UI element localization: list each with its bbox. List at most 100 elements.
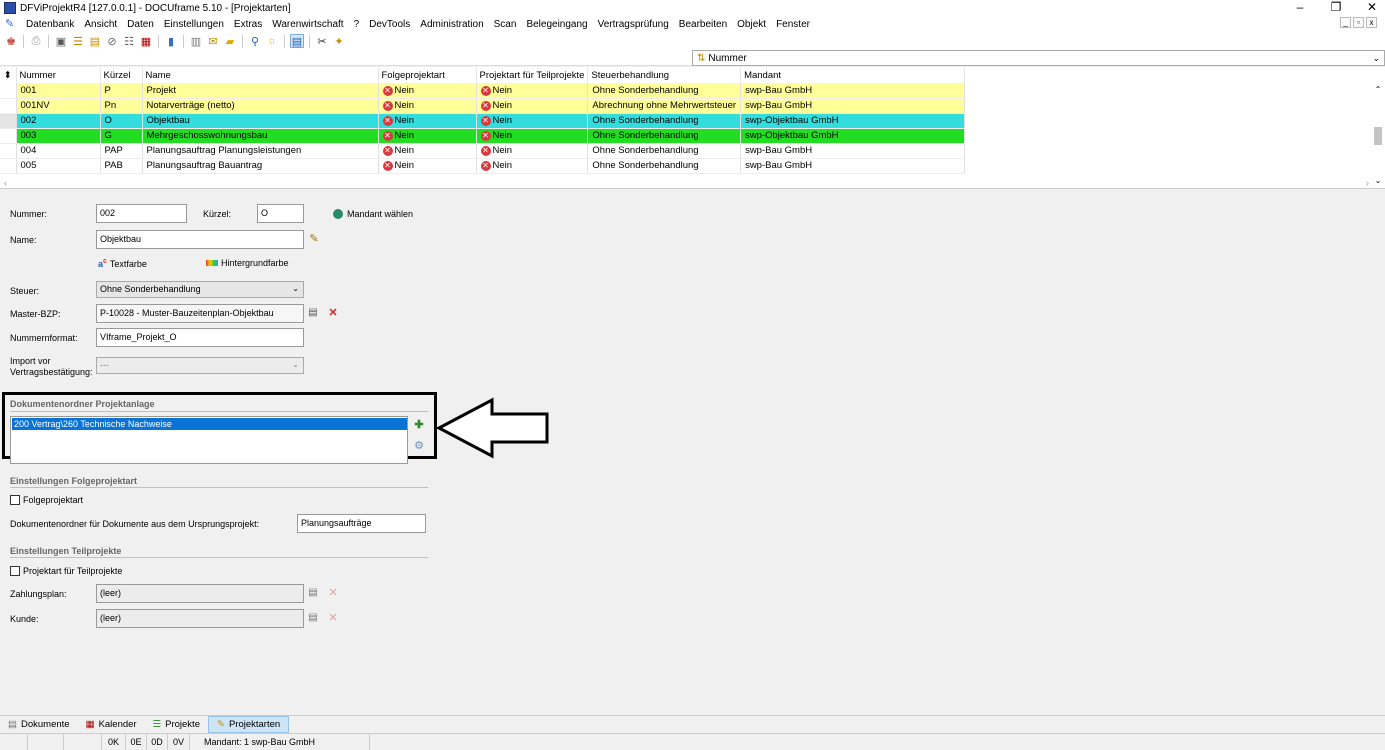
menu-scan[interactable]: Scan — [489, 19, 522, 30]
gear-icon[interactable]: ⚙ — [412, 439, 426, 453]
tab-projekte[interactable]: ☰ Projekte — [145, 716, 208, 733]
menu-ansicht[interactable]: Ansicht — [79, 19, 122, 30]
row-selector[interactable] — [0, 143, 17, 159]
cell-steuerbehandlung[interactable]: Ohne Sonderbehandlung — [587, 158, 742, 174]
cell-folgeprojektart[interactable]: ✕ Nein — [378, 158, 477, 174]
cell-kuerzel[interactable]: PAP — [100, 143, 143, 159]
print-icon[interactable]: ⎙ — [29, 34, 43, 48]
cell-folgeprojektart[interactable]: ✕ Nein — [378, 143, 477, 159]
mdi-minimize-button[interactable]: _ — [1340, 17, 1351, 28]
sort-select[interactable]: ⇅ Nummer ⌄ — [692, 50, 1385, 66]
cell-mandant[interactable]: swp-Bau GmbH — [740, 158, 966, 174]
table-row[interactable]: 004 PAP Planungsauftrag Planungsleistungen… — [0, 143, 966, 159]
cell-nummer[interactable]: 005 — [16, 158, 101, 174]
users-icon[interactable]: ♚ — [4, 34, 18, 48]
cell-name[interactable]: Planungsauftrag Bauantrag — [142, 158, 379, 174]
menu-extras[interactable]: Extras — [229, 19, 267, 30]
table-row[interactable]: 001 P Projekt ✕ Nein ✕ Nein Ohne Sonderbehandlu… — [0, 83, 966, 99]
row-selector[interactable] — [0, 113, 17, 129]
cell-nummer[interactable]: 001 — [16, 83, 101, 99]
row-selector[interactable] — [0, 98, 17, 114]
table-row[interactable]: 005 PAB Planungsauftrag Bauantrag ✕ Nein ✕ Nei… — [0, 158, 966, 174]
master-bzp-field[interactable]: P-10028 - Muster-Bauzeitenplan-Objektbau — [96, 304, 304, 323]
cell-name[interactable]: Projekt — [142, 83, 379, 99]
grid-vertical-scrollbar[interactable]: ⌃ ⌄ — [1373, 85, 1383, 185]
tools-icon[interactable]: ✂ — [315, 34, 329, 48]
hintergrundfarbe-button[interactable]: Hintergrundfarbe — [206, 258, 289, 268]
clear-icon[interactable]: ✕ — [326, 586, 340, 600]
document-icon[interactable]: ▤ — [88, 34, 102, 48]
tab-projektarten[interactable]: ✎ Projektarten — [207, 715, 290, 733]
app-menu-icon[interactable]: ✎ — [5, 18, 17, 30]
cell-kuerzel[interactable]: G — [100, 128, 143, 144]
cell-folgeprojektart[interactable]: ✕ Nein — [378, 128, 477, 144]
calendar-picker-icon[interactable]: ▤ — [306, 611, 320, 625]
table-row[interactable]: 001NV Pn Notarverträge (netto) ✕ Nein ✕ Nein Ab… — [0, 98, 966, 114]
table-row[interactable]: 003 G Mehrgeschosswohnungsbau ✕ Nein ✕ Nein Ohn… — [0, 128, 966, 144]
cell-teilprojekte[interactable]: ✕ Nein — [476, 83, 589, 99]
cell-name[interactable]: Objektbau — [142, 113, 379, 129]
calendar-icon[interactable]: ▦ — [139, 34, 153, 48]
cell-kuerzel[interactable]: P — [100, 83, 143, 99]
cell-nummer[interactable]: 004 — [16, 143, 101, 159]
row-selector[interactable] — [0, 83, 17, 99]
col-nummer[interactable]: Nummer — [16, 67, 101, 83]
mdi-restore-button[interactable]: ▫ — [1353, 17, 1364, 28]
cell-teilprojekte[interactable]: ✕ Nein — [476, 113, 589, 129]
cell-steuerbehandlung[interactable]: Ohne Sonderbehandlung — [587, 83, 742, 99]
cell-teilprojekte[interactable]: ✕ Nein — [476, 158, 589, 174]
col-steuerbehandlung[interactable]: Steuerbehandlung — [587, 67, 742, 83]
mandant-waehlen-button[interactable]: Mandant wählen — [333, 209, 413, 219]
nummer-field[interactable]: 002 — [96, 204, 187, 223]
checkbox-box[interactable] — [10, 566, 20, 576]
grid-horizontal-scrollbar[interactable]: ‹ › — [0, 178, 1385, 188]
cell-name[interactable]: Mehrgeschosswohnungsbau — [142, 128, 379, 144]
folder-icon[interactable]: ▰ — [223, 34, 237, 48]
checkbox-box[interactable] — [10, 495, 20, 505]
name-field[interactable]: Objektbau — [96, 230, 304, 249]
add-folder-icon[interactable]: ✚ — [412, 418, 426, 432]
cell-mandant[interactable]: swp-Bau GmbH — [740, 98, 966, 114]
menu-warenwirtschaft[interactable]: Warenwirtschaft — [267, 19, 348, 30]
pencil-icon[interactable]: ✎ — [307, 232, 321, 246]
cell-mandant[interactable]: swp-Bau GmbH — [740, 83, 966, 99]
minimize-button[interactable]: – — [1293, 0, 1307, 14]
steuer-select[interactable]: Ohne Sonderbehandlung ⌄ — [96, 281, 304, 298]
menu-devtools[interactable]: DevTools — [364, 19, 415, 30]
menu-help[interactable]: ? — [349, 19, 365, 30]
bookmark-icon[interactable]: ▮ — [164, 34, 178, 48]
row-selector[interactable] — [0, 128, 17, 144]
table-row[interactable]: 002 O Objektbau ✕ Nein ✕ Nein Ohne Sonderbehand… — [0, 113, 966, 129]
magic-icon[interactable]: ✦ — [332, 34, 346, 48]
menu-administration[interactable]: Administration — [415, 19, 488, 30]
col-folgeprojektart[interactable]: Folgeprojektart — [378, 67, 477, 83]
cell-teilprojekte[interactable]: ✕ Nein — [476, 128, 589, 144]
kuerzel-field[interactable]: O — [257, 204, 304, 223]
row-selector-header[interactable]: ⬍ — [0, 67, 17, 83]
doc-folder-list[interactable]: 200 Vertrag\260 Technische Nachweise — [10, 416, 408, 464]
list-item[interactable]: 200 Vertrag\260 Technische Nachweise — [12, 418, 407, 430]
cell-kuerzel[interactable]: O — [100, 113, 143, 129]
new-document-icon[interactable]: ▥ — [189, 34, 203, 48]
nummernformat-field[interactable]: VIframe_Projekt_O — [96, 328, 304, 347]
cell-steuerbehandlung[interactable]: Ohne Sonderbehandlung — [587, 143, 742, 159]
cell-steuerbehandlung[interactable]: Abrechnung ohne Mehrwertsteuer — [587, 98, 742, 114]
kunde-field[interactable]: (leer) — [96, 609, 304, 628]
card-icon[interactable]: ▣ — [54, 34, 68, 48]
view-icon[interactable]: ▤ — [290, 34, 304, 48]
col-name[interactable]: Name — [142, 67, 379, 83]
cell-folgeprojektart[interactable]: ✕ Nein — [378, 113, 477, 129]
menu-bearbeiten[interactable]: Bearbeiten — [674, 19, 732, 30]
clear-icon[interactable]: ✕ — [326, 611, 340, 625]
tab-kalender[interactable]: ▦ Kalender — [78, 716, 145, 733]
teilprojekte-checkbox[interactable]: Projektart für Teilprojekte — [10, 566, 122, 576]
cell-nummer[interactable]: 002 — [16, 113, 101, 129]
textfarbe-button[interactable]: ac Textfarbe — [98, 258, 147, 269]
col-kuerzel[interactable]: Kürzel — [100, 67, 143, 83]
menu-belegeingang[interactable]: Belegeingang — [521, 19, 592, 30]
cell-folgeprojektart[interactable]: ✕ Nein — [378, 83, 477, 99]
calendar-picker-icon[interactable]: ▤ — [306, 306, 320, 320]
attach-icon[interactable]: ⊘ — [105, 34, 119, 48]
menu-datenbank[interactable]: Datenbank — [21, 19, 79, 30]
row-selector[interactable] — [0, 158, 17, 174]
